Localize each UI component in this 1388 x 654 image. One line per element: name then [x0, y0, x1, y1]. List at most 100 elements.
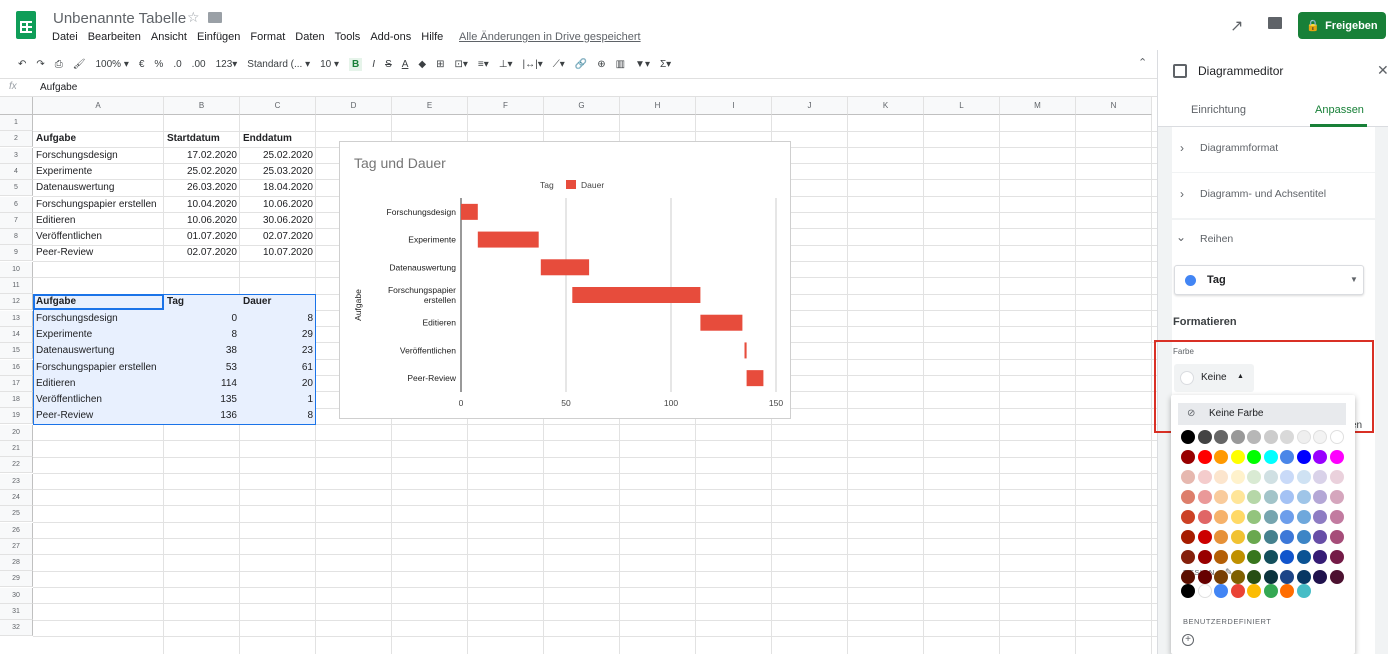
row-header-16[interactable]: 16 [0, 359, 33, 376]
cell[interactable]: Editieren [33, 376, 164, 392]
row-header-5[interactable]: 5 [0, 180, 33, 197]
row-header-19[interactable]: 19 [0, 408, 33, 425]
column-header-f[interactable]: F [468, 97, 544, 115]
cell[interactable]: 8 [240, 408, 316, 424]
cell[interactable]: 25.02.2020 [240, 148, 316, 164]
color-swatch[interactable] [1263, 470, 1278, 484]
row-header-15[interactable]: 15 [0, 343, 33, 360]
color-swatch[interactable] [1296, 570, 1311, 584]
cell[interactable]: Startdatum [164, 131, 240, 147]
row-header-31[interactable]: 31 [0, 604, 33, 620]
cell[interactable]: 10.06.2020 [164, 213, 240, 229]
color-swatch[interactable] [1181, 450, 1195, 464]
color-swatch[interactable] [1197, 450, 1212, 464]
color-swatch[interactable] [1247, 510, 1261, 524]
share-button[interactable]: 🔒 Freigeben [1298, 12, 1386, 39]
color-swatch[interactable] [1329, 570, 1344, 584]
color-swatch[interactable] [1214, 470, 1228, 484]
color-swatch[interactable] [1280, 470, 1294, 484]
row-header-12[interactable]: 12 [0, 294, 33, 311]
color-swatch[interactable] [1230, 430, 1245, 444]
column-header-d[interactable]: D [316, 97, 392, 115]
color-swatch[interactable] [1329, 430, 1344, 444]
cell[interactable]: Datenauswertung [33, 343, 164, 359]
color-swatch[interactable] [1329, 550, 1344, 564]
color-swatch[interactable] [1230, 470, 1245, 484]
column-header-n[interactable]: N [1076, 97, 1152, 115]
row-header-13[interactable]: 13 [0, 310, 33, 327]
color-swatch[interactable] [1181, 510, 1195, 524]
color-swatch[interactable] [1197, 430, 1212, 444]
color-swatch[interactable] [1296, 550, 1311, 564]
chevron-down-icon[interactable]: ⌄ [1176, 230, 1186, 244]
color-swatch[interactable] [1280, 430, 1294, 444]
color-swatch[interactable] [1230, 510, 1245, 524]
row-header-1[interactable]: 1 [0, 115, 33, 131]
menu-addons[interactable]: Add-ons [370, 31, 411, 43]
row-header-14[interactable]: 14 [0, 326, 33, 343]
color-swatch[interactable] [1214, 490, 1228, 504]
column-header-a[interactable]: A [33, 97, 164, 115]
color-swatch[interactable] [1313, 550, 1327, 564]
folder-icon[interactable] [208, 12, 222, 23]
color-swatch[interactable] [1214, 450, 1228, 464]
row-header-21[interactable]: 21 [0, 441, 33, 457]
column-header-m[interactable]: M [1000, 97, 1076, 115]
color-swatch[interactable] [1313, 470, 1327, 484]
design-color-swatch[interactable] [1181, 584, 1195, 598]
row-header-10[interactable]: 10 [0, 261, 33, 278]
sheets-logo-icon[interactable] [16, 11, 36, 39]
save-status-link[interactable]: Alle Änderungen in Drive gespeichert [459, 31, 641, 43]
cell[interactable]: 8 [164, 327, 240, 343]
cell[interactable]: 25.02.2020 [164, 164, 240, 180]
section-diagrammformat[interactable]: › Diagrammformat [1172, 127, 1375, 172]
cell[interactable]: Editieren [33, 213, 164, 229]
series-select[interactable]: Tag ▼ [1174, 265, 1364, 295]
column-header-b[interactable]: B [164, 97, 240, 115]
cell[interactable]: 25.03.2020 [240, 164, 316, 180]
align-horizontal-icon[interactable]: ≡▾ [478, 59, 489, 70]
row-header-3[interactable]: 3 [0, 147, 33, 164]
row-header-30[interactable]: 30 [0, 587, 33, 604]
row-header-20[interactable]: 20 [0, 424, 33, 441]
formula-input[interactable]: Aufgabe [40, 82, 77, 93]
cell[interactable]: Experimente [33, 327, 164, 343]
column-header-e[interactable]: E [392, 97, 468, 115]
color-swatch[interactable] [1313, 490, 1327, 504]
row-header-11[interactable]: 11 [0, 278, 33, 294]
cell[interactable]: 135 [164, 392, 240, 408]
color-swatch[interactable] [1181, 570, 1195, 584]
color-swatch[interactable] [1329, 510, 1344, 524]
cell[interactable]: 02.07.2020 [240, 229, 316, 245]
paint-format-icon[interactable]: 🖌 [73, 59, 86, 70]
color-swatch[interactable] [1247, 490, 1261, 504]
color-swatch[interactable] [1214, 570, 1228, 584]
color-swatch[interactable] [1181, 490, 1195, 504]
cell[interactable]: 53 [164, 360, 240, 376]
text-rotation-icon[interactable]: ⟋▾ [553, 59, 565, 70]
color-swatch[interactable] [1247, 530, 1261, 544]
cell[interactable]: 136 [164, 408, 240, 424]
color-swatch[interactable] [1214, 430, 1228, 444]
color-swatch[interactable] [1313, 510, 1327, 524]
cell[interactable]: Peer-Review [33, 408, 164, 424]
tab-einrichtung[interactable]: Einrichtung [1191, 104, 1246, 116]
color-swatch[interactable] [1313, 450, 1327, 464]
color-swatch[interactable] [1280, 530, 1294, 544]
row-header-8[interactable]: 8 [0, 229, 33, 246]
row-header-28[interactable]: 28 [0, 555, 33, 572]
color-swatch[interactable] [1214, 530, 1228, 544]
color-swatch[interactable] [1181, 550, 1195, 564]
column-header-l[interactable]: L [924, 97, 1000, 115]
add-custom-color-icon[interactable]: + [1182, 634, 1194, 646]
menu-tools[interactable]: Tools [335, 31, 361, 43]
row-header-9[interactable]: 9 [0, 245, 33, 262]
color-swatch[interactable] [1280, 450, 1294, 464]
color-swatch[interactable] [1296, 510, 1311, 524]
redo-icon[interactable]: ↷ [36, 59, 44, 70]
cell[interactable]: 0 [164, 311, 240, 327]
color-swatch[interactable] [1263, 550, 1278, 564]
menu-bearbeiten[interactable]: Bearbeiten [88, 31, 141, 43]
cell[interactable]: Forschungspapier erstellen [33, 360, 164, 376]
cell[interactable]: 30.06.2020 [240, 213, 316, 229]
